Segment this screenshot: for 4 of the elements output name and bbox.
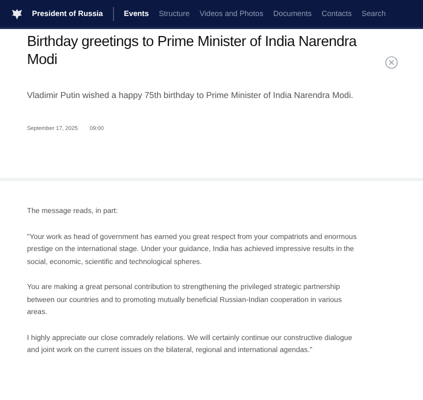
article-lead: Vladimir Putin wished a happy 75th birthday to Prime Minister of India Narendra Modi. [27,89,354,102]
close-icon[interactable] [385,56,398,69]
article-title: Birthday greetings to Prime Minister of India Narendra Modi [27,33,357,69]
eagle-emblem-icon[interactable] [10,6,24,20]
